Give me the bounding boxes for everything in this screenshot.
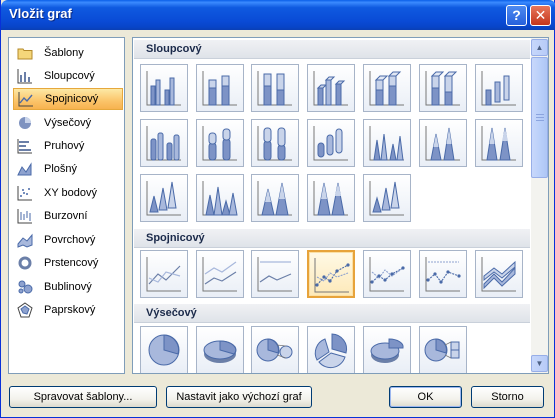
scroll-thumb[interactable]	[531, 57, 548, 178]
100-stacked-column-icon[interactable]	[251, 64, 299, 112]
window-title: Vložit graf	[9, 6, 72, 21]
clustered-column-icon[interactable]	[140, 64, 188, 112]
section-header-column: Sloupcový	[134, 40, 530, 59]
sidebar-item-area[interactable]: Plošný	[13, 158, 123, 180]
stacked-column-icon[interactable]	[196, 64, 244, 112]
section-header-pie: Výsečový	[134, 304, 530, 323]
stacked-cone-icon[interactable]	[419, 119, 467, 167]
sidebar-item-label: Šablony	[44, 47, 84, 59]
3d-cylinder-icon[interactable]	[307, 119, 355, 167]
3d-100-stacked-column-icon[interactable]	[419, 64, 467, 112]
sidebar-item-label: Pruhový	[44, 140, 85, 152]
gallery-scrollbar[interactable]: ▲ ▼	[531, 38, 548, 373]
cancel-button[interactable]: Storno	[471, 386, 544, 408]
area-chart-icon	[17, 162, 32, 176]
sidebar-item-label: Plošný	[44, 163, 78, 175]
ok-button[interactable]: OK	[389, 386, 462, 408]
clustered-pyramid-icon[interactable]	[196, 174, 244, 222]
3d-line-icon[interactable]	[475, 250, 523, 298]
line-icon[interactable]	[140, 250, 188, 298]
clustered-cone-icon[interactable]	[363, 119, 411, 167]
stacked-pyramid-icon[interactable]	[251, 174, 299, 222]
sidebar-item-label: Prstencový	[44, 257, 99, 269]
stock-chart-icon	[17, 209, 32, 224]
chart-gallery: Sloupcový Spojnicový Výsečový ▲ ▼	[132, 37, 549, 374]
sidebar-item-label: Povrchový	[44, 234, 96, 246]
exploded-pie-icon[interactable]	[307, 326, 355, 373]
100-stacked-line-with-markers-icon[interactable]	[419, 250, 467, 298]
bar-of-pie-icon[interactable]	[419, 326, 467, 373]
100-stacked-cone-icon[interactable]	[475, 119, 523, 167]
set-default-chart-button[interactable]: Nastavit jako výchozí graf	[166, 386, 312, 408]
3d-clustered-column-icon[interactable]	[307, 64, 355, 112]
folder-icon	[17, 48, 33, 60]
line-chart-icon	[18, 92, 33, 107]
100-stacked-line-icon[interactable]	[251, 250, 299, 298]
column-chart-icon	[17, 69, 32, 84]
3d-exploded-pie-icon[interactable]	[363, 326, 411, 373]
sidebar-item-line[interactable]: Spojnicový	[13, 88, 123, 110]
3d-stacked-column-icon[interactable]	[363, 64, 411, 112]
sidebar-item-label: XY bodový	[44, 187, 98, 199]
pie-icon[interactable]	[140, 326, 188, 373]
sidebar-item-label: Paprskový	[44, 304, 96, 316]
3d-pie-icon[interactable]	[196, 326, 244, 373]
stacked-line-with-markers-icon[interactable]	[363, 250, 411, 298]
sidebar-item-label: Burzovní	[44, 210, 88, 222]
bubble-chart-icon	[18, 280, 33, 294]
sidebar-item-templates[interactable]: Šablony	[13, 42, 123, 64]
sidebar-item-bubble[interactable]: Bublinový	[13, 276, 123, 298]
insert-chart-dialog: Vložit graf ? ✕ Šablony Sloupcový Spojni…	[0, 0, 555, 418]
scroll-up-icon[interactable]: ▲	[531, 39, 548, 56]
3d-pyramid-icon[interactable]	[363, 174, 411, 222]
surface-chart-icon	[17, 233, 33, 248]
radar-chart-icon	[17, 302, 33, 318]
sidebar-item-label: Bublinový	[44, 281, 92, 293]
sidebar-item-label: Sloupcový	[44, 70, 95, 82]
sidebar-item-scatter[interactable]: XY bodový	[13, 182, 123, 204]
chart-category-list: Šablony Sloupcový Spojnicový Výsečový Pr…	[8, 37, 125, 374]
sidebar-item-label: Spojnicový	[45, 93, 99, 105]
stacked-line-icon[interactable]	[196, 250, 244, 298]
sidebar-item-surface[interactable]: Povrchový	[13, 229, 123, 251]
pie-of-pie-icon[interactable]	[251, 326, 299, 373]
100-stacked-pyramid-icon[interactable]	[307, 174, 355, 222]
scatter-chart-icon	[17, 186, 32, 201]
sidebar-item-radar[interactable]: Paprskový	[13, 299, 123, 321]
clustered-cylinder-icon[interactable]	[140, 119, 188, 167]
sidebar-item-pie[interactable]: Výsečový	[13, 112, 123, 134]
sidebar-item-bar[interactable]: Pruhový	[13, 135, 123, 157]
title-bar: Vložit graf ? ✕	[1, 0, 555, 30]
sidebar-item-label: Výsečový	[44, 117, 92, 129]
stacked-cylinder-icon[interactable]	[196, 119, 244, 167]
manage-templates-button[interactable]: Spravovat šablony...	[9, 386, 157, 408]
sidebar-item-stock[interactable]: Burzovní	[13, 205, 123, 227]
close-button[interactable]: ✕	[530, 5, 551, 26]
sidebar-item-column[interactable]: Sloupcový	[13, 65, 123, 87]
sidebar-item-doughnut[interactable]: Prstencový	[13, 252, 123, 274]
bar-chart-icon	[17, 139, 32, 154]
section-header-line: Spojnicový	[134, 229, 530, 248]
doughnut-chart-icon	[18, 256, 32, 270]
pie-chart-icon	[19, 117, 31, 129]
3d-cone-icon[interactable]	[140, 174, 188, 222]
scroll-down-icon[interactable]: ▼	[531, 355, 548, 372]
help-button[interactable]: ?	[506, 5, 527, 26]
100-stacked-cylinder-icon[interactable]	[251, 119, 299, 167]
3d-column-icon[interactable]	[475, 64, 523, 112]
line-with-markers-icon[interactable]	[307, 250, 355, 298]
